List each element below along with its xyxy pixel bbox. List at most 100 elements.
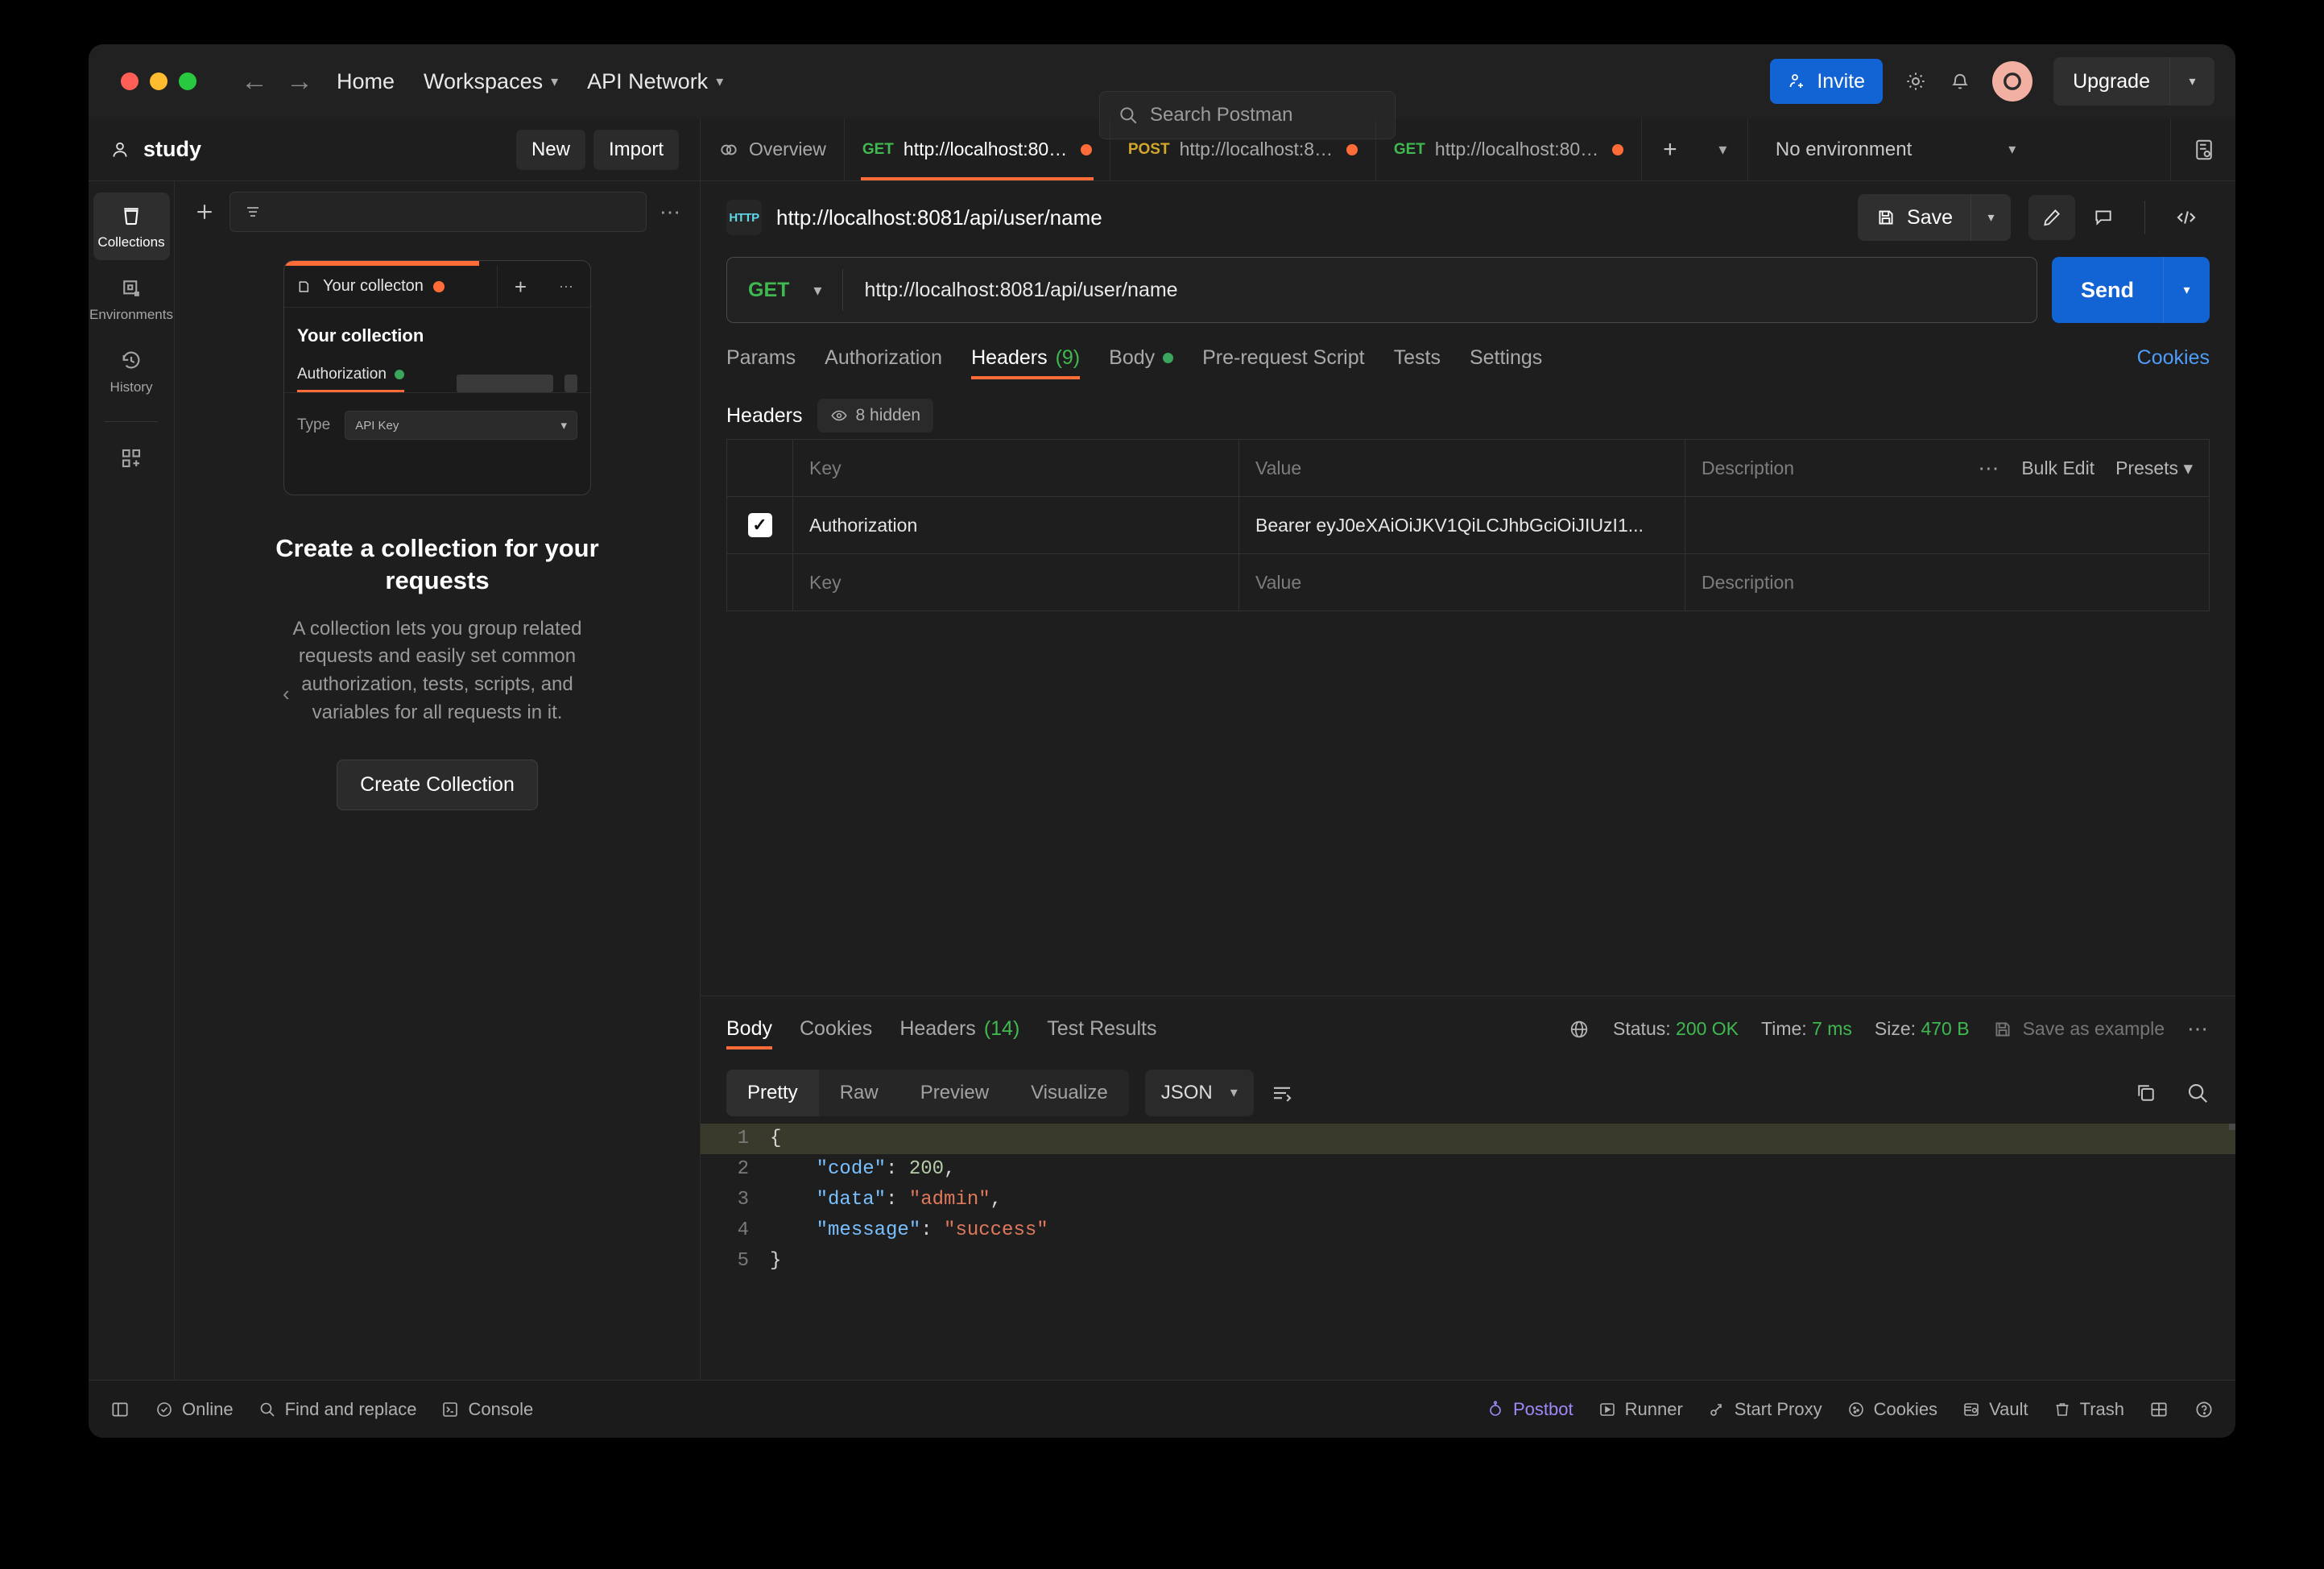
environment-selector[interactable]: No environment ▾ bbox=[1760, 118, 2032, 180]
find-and-replace-button[interactable]: Find and replace bbox=[258, 1399, 416, 1420]
format-selector[interactable]: JSON ▾ bbox=[1144, 1069, 1254, 1116]
search-icon[interactable] bbox=[2185, 1081, 2210, 1105]
tab-request-2[interactable]: POST http://localhost:8081 bbox=[1110, 118, 1376, 180]
filter-input[interactable] bbox=[230, 192, 647, 232]
upgrade-button[interactable]: Upgrade ▾ bbox=[2053, 57, 2214, 106]
row-checkbox[interactable]: ✓ bbox=[727, 497, 793, 553]
tab-test-results[interactable]: Test Results bbox=[1047, 996, 1156, 1062]
nav-home[interactable]: Home bbox=[322, 69, 409, 94]
new-button[interactable]: New bbox=[515, 129, 585, 170]
check-circle-icon bbox=[157, 1401, 172, 1417]
bell-icon[interactable] bbox=[1949, 70, 1971, 93]
new-tab-button[interactable]: + bbox=[1642, 118, 1698, 180]
maximize-window-button[interactable] bbox=[179, 72, 196, 90]
sidebar-item-environments[interactable]: Environments bbox=[89, 265, 173, 333]
chevron-left-icon[interactable]: ‹ bbox=[283, 681, 290, 706]
view-mode-pretty[interactable]: Pretty bbox=[726, 1069, 819, 1116]
runner-button[interactable]: Runner bbox=[1598, 1399, 1683, 1420]
layout-icon[interactable] bbox=[2148, 1399, 2169, 1420]
forward-icon[interactable]: → bbox=[277, 68, 322, 95]
send-options-button[interactable]: ▾ bbox=[2163, 257, 2210, 323]
view-mode-raw[interactable]: Raw bbox=[819, 1070, 899, 1116]
tab-settings[interactable]: Settings bbox=[1470, 323, 1542, 392]
avatar[interactable] bbox=[1992, 61, 2033, 101]
tab-body[interactable]: Body bbox=[1109, 323, 1174, 392]
help-icon[interactable] bbox=[2194, 1399, 2214, 1420]
row-key[interactable]: Authorization bbox=[793, 497, 1239, 553]
tab-request-1[interactable]: GET http://localhost:8081/ bbox=[845, 118, 1110, 180]
tab-response-body[interactable]: Body bbox=[726, 996, 772, 1062]
response-body-code[interactable]: 1 { 2 "code": 200, 3 "data": "admin", 4 bbox=[701, 1123, 2235, 1381]
tab-headers[interactable]: Headers (9) bbox=[971, 323, 1081, 392]
back-icon[interactable]: ← bbox=[232, 68, 277, 95]
row-value-placeholder[interactable]: Value bbox=[1239, 554, 1685, 611]
row-description[interactable] bbox=[1685, 497, 2209, 553]
copy-icon[interactable] bbox=[2134, 1081, 2158, 1105]
tab-response-cookies[interactable]: Cookies bbox=[800, 996, 872, 1062]
status-online[interactable]: Online bbox=[155, 1399, 234, 1420]
code-snippet-button[interactable] bbox=[2163, 195, 2210, 240]
create-collection-button[interactable]: Create Collection bbox=[337, 759, 538, 810]
window-controls[interactable] bbox=[121, 72, 196, 90]
edit-request-button[interactable] bbox=[2028, 195, 2075, 240]
nav-api-network[interactable]: API Network ▾ bbox=[573, 69, 738, 94]
more-horizontal-icon[interactable]: ⋯ bbox=[2187, 1016, 2210, 1041]
add-module-icon[interactable] bbox=[93, 435, 170, 480]
gear-icon[interactable] bbox=[1904, 69, 1928, 93]
table-row[interactable]: Key Value Description bbox=[727, 554, 2209, 611]
row-value[interactable]: Bearer eyJ0eXAiOiJKV1QiLCJhbGciOiJIUzI1.… bbox=[1239, 497, 1685, 553]
method-selector[interactable]: GET ▾ bbox=[727, 279, 842, 302]
proxy-icon bbox=[1710, 1403, 1722, 1416]
environment-quicklook[interactable] bbox=[2170, 118, 2235, 180]
more-horizontal-icon[interactable]: ⋯ bbox=[1978, 456, 2000, 481]
save-options-button[interactable]: ▾ bbox=[1970, 194, 2011, 241]
sidebar-toggle-icon[interactable] bbox=[110, 1399, 130, 1420]
chevron-down-icon[interactable]: ▾ bbox=[2169, 57, 2214, 106]
minimize-window-button[interactable] bbox=[150, 72, 167, 90]
vault-button[interactable]: Vault bbox=[1962, 1399, 2028, 1420]
save-button[interactable]: Save bbox=[1858, 194, 1970, 241]
bulk-edit-button[interactable]: Bulk Edit bbox=[2021, 457, 2094, 479]
send-button[interactable]: Send bbox=[2051, 257, 2163, 323]
wrap-lines-icon[interactable] bbox=[1270, 1081, 1294, 1105]
import-button[interactable]: Import bbox=[593, 129, 679, 170]
more-horizontal-icon[interactable]: ⋯ bbox=[660, 200, 682, 225]
url-input[interactable]: http://localhost:8081/api/user/name bbox=[843, 279, 2037, 302]
tab-pre-request-script[interactable]: Pre-request Script bbox=[1202, 323, 1364, 392]
tab-request-3[interactable]: GET http://localhost:8081/ bbox=[1376, 118, 1642, 180]
save-as-example-button[interactable]: Save as example bbox=[1992, 1018, 2165, 1040]
row-key-placeholder[interactable]: Key bbox=[793, 554, 1239, 611]
close-window-button[interactable] bbox=[121, 72, 139, 90]
row-checkbox[interactable] bbox=[727, 554, 793, 611]
row-description-placeholder[interactable]: Description bbox=[1685, 554, 2209, 611]
table-row[interactable]: ✓ Authorization Bearer eyJ0eXAiOiJKV1QiL… bbox=[727, 497, 2209, 554]
tab-list-icon[interactable]: ▾ bbox=[1698, 118, 1748, 180]
postbot-button[interactable]: Postbot bbox=[1486, 1399, 1573, 1420]
console-button[interactable]: Console bbox=[440, 1399, 533, 1420]
cookies-link[interactable]: Cookies bbox=[2137, 346, 2210, 370]
presets-button[interactable]: Presets ▾ bbox=[2115, 457, 2193, 479]
view-mode-visualize[interactable]: Visualize bbox=[1010, 1070, 1129, 1116]
tab-overview[interactable]: Overview bbox=[701, 118, 845, 180]
tab-authorization[interactable]: Authorization bbox=[825, 323, 942, 392]
start-proxy-label: Start Proxy bbox=[1734, 1398, 1822, 1419]
tab-response-headers[interactable]: Headers (14) bbox=[899, 996, 1019, 1062]
invite-button[interactable]: Invite bbox=[1770, 59, 1884, 104]
trash-button[interactable]: Trash bbox=[2053, 1399, 2124, 1420]
scrollbar[interactable] bbox=[2229, 1123, 2235, 1130]
plus-icon[interactable] bbox=[192, 200, 217, 224]
view-mode-preview[interactable]: Preview bbox=[899, 1070, 1010, 1116]
sidebar-item-collections[interactable]: Collections bbox=[93, 193, 170, 260]
sidebar-item-history[interactable]: History bbox=[93, 337, 170, 405]
history-icon bbox=[119, 349, 143, 373]
tab-tests[interactable]: Tests bbox=[1394, 323, 1441, 392]
code-text: : bbox=[886, 1189, 909, 1211]
comment-button[interactable] bbox=[2080, 195, 2127, 240]
tab-params[interactable]: Params bbox=[726, 323, 796, 392]
hidden-headers-chip[interactable]: 8 hidden bbox=[817, 399, 934, 433]
cookies-button[interactable]: Cookies bbox=[1846, 1399, 1937, 1420]
start-proxy-button[interactable]: Start Proxy bbox=[1707, 1399, 1822, 1420]
workspace-name: study bbox=[143, 137, 202, 161]
request-title[interactable]: http://localhost:8081/api/user/name bbox=[776, 205, 1102, 230]
nav-workspaces[interactable]: Workspaces ▾ bbox=[409, 69, 573, 94]
